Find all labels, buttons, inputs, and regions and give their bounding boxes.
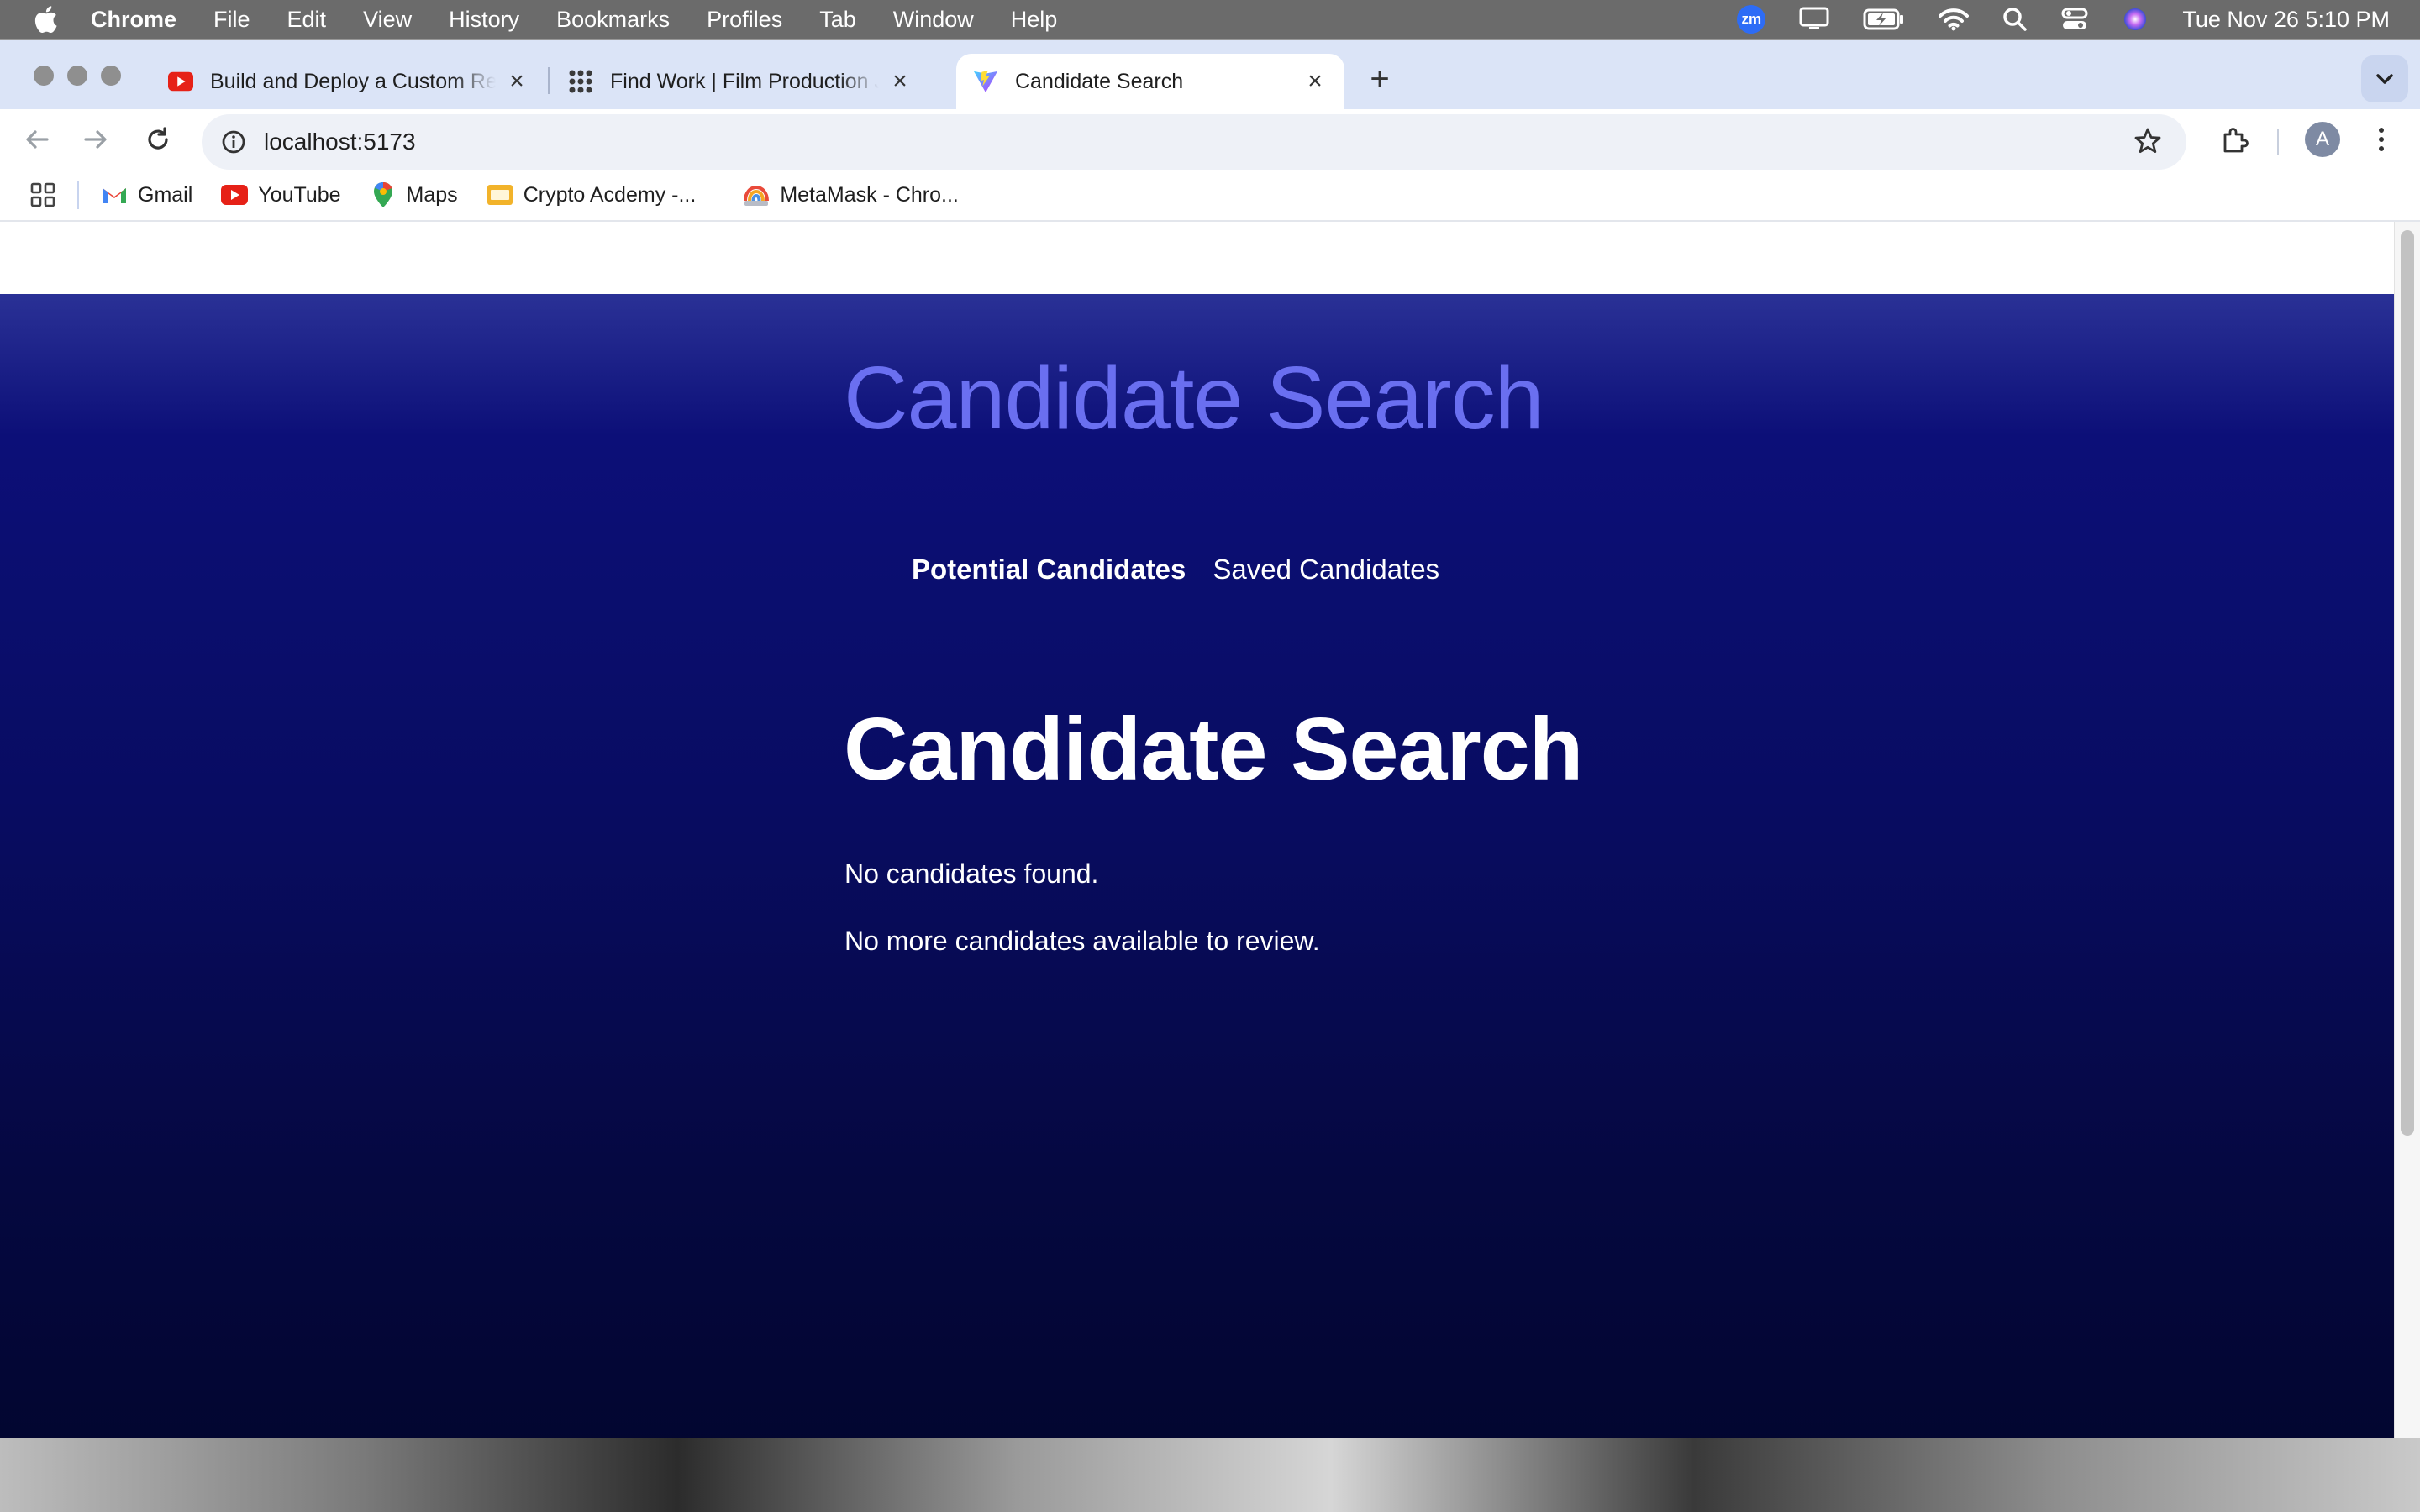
grid-apps-icon	[568, 69, 593, 94]
youtube-icon	[168, 69, 193, 94]
browser-toolbar: localhost:5173 A	[0, 109, 2420, 170]
reload-icon	[148, 127, 168, 150]
menu-file[interactable]: File	[213, 7, 250, 33]
menu-help[interactable]: Help	[1011, 7, 1058, 33]
battery-icon[interactable]	[1863, 8, 1905, 30]
chrome-menu-button[interactable]	[2365, 119, 2398, 160]
youtube-icon	[221, 181, 249, 208]
menu-history[interactable]: History	[449, 7, 519, 33]
spotlight-search-icon[interactable]	[2002, 7, 2028, 32]
forward-button[interactable]	[77, 121, 114, 158]
page-heading: Candidate Search	[844, 700, 1583, 799]
arrow-right-icon	[84, 130, 107, 149]
url-text[interactable]: localhost:5173	[264, 129, 416, 155]
maps-icon	[370, 181, 397, 208]
close-tab-icon[interactable]: ×	[1302, 67, 1328, 96]
zoom-icon[interactable]: zm	[1737, 5, 1766, 34]
bookmark-youtube[interactable]: YouTube	[221, 181, 341, 208]
menu-window[interactable]: Window	[893, 7, 974, 33]
bookmark-label: MetaMask - Chro...	[780, 182, 959, 207]
zoom-window-button[interactable]	[101, 66, 121, 86]
bookmarks-separator	[77, 181, 79, 209]
tab-title: Find Work | Film Production Jobs	[610, 69, 879, 93]
menu-view[interactable]: View	[363, 7, 412, 33]
extensions-button[interactable]	[2215, 119, 2255, 160]
tab-separator	[548, 67, 550, 94]
apps-grid-icon[interactable]	[30, 182, 55, 207]
bookmark-gmail[interactable]: Gmail	[101, 181, 192, 208]
close-tab-icon[interactable]: ×	[504, 67, 529, 96]
wifi-icon[interactable]	[1939, 8, 1970, 31]
avatar: A	[2305, 122, 2340, 157]
menubar-status-area: zm Tue Nov 26 5:10 PM	[1737, 0, 2390, 39]
new-tab-button[interactable]: +	[1363, 62, 1397, 96]
menu-bookmarks[interactable]: Bookmarks	[556, 7, 670, 33]
desktop-wallpaper	[0, 1438, 2420, 1512]
tab-title: Candidate Search	[1015, 69, 1184, 93]
page-background	[0, 294, 2395, 1438]
reload-button[interactable]	[139, 121, 176, 158]
vite-icon	[973, 69, 998, 94]
bookmark-star-icon[interactable]	[2133, 126, 2163, 160]
menu-tab[interactable]: Tab	[819, 7, 856, 33]
tab-find-work[interactable]: Find Work | Film Production Jobs ×	[551, 54, 929, 109]
bookmark-label: Maps	[406, 182, 458, 207]
minimize-window-button[interactable]	[67, 66, 87, 86]
bookmark-label: YouTube	[258, 182, 341, 207]
close-tab-icon[interactable]: ×	[887, 67, 913, 96]
empty-state-message: No candidates found.	[844, 858, 1099, 889]
arrow-left-icon	[26, 130, 49, 149]
bookmark-maps[interactable]: Maps	[370, 181, 458, 208]
menu-profiles[interactable]: Profiles	[707, 7, 782, 33]
display-icon[interactable]	[1799, 7, 1829, 32]
tab-title: Build and Deploy a Custom React	[210, 69, 496, 93]
tab-candidate-search[interactable]: Candidate Search ×	[956, 54, 1344, 109]
menubar-datetime[interactable]: Tue Nov 26 5:10 PM	[2182, 7, 2390, 33]
toolbar-divider	[2277, 129, 2279, 155]
window-controls	[34, 66, 121, 86]
scrollbar-thumb[interactable]	[2401, 230, 2414, 1136]
page-scrollbar[interactable]	[2394, 222, 2420, 1438]
control-center-icon[interactable]	[2061, 7, 2088, 32]
kebab-menu-icon	[2379, 128, 2384, 151]
menu-edit[interactable]: Edit	[287, 7, 327, 33]
menu-app-name[interactable]: Chrome	[91, 7, 176, 33]
page-viewport: Candidate Search Potential Candidates Sa…	[0, 222, 2420, 1438]
tab-search-button[interactable]	[2361, 55, 2408, 102]
tab-youtube[interactable]: Build and Deploy a Custom React ×	[151, 54, 546, 109]
site-title: Candidate Search	[844, 349, 1544, 448]
tab-strip: Build and Deploy a Custom React × Find W…	[0, 40, 2420, 109]
main-nav: Potential Candidates Saved Candidates	[912, 554, 1439, 585]
siri-icon[interactable]	[2122, 6, 2149, 33]
close-window-button[interactable]	[34, 66, 54, 86]
chevron-down-icon	[2376, 74, 2393, 84]
bookmark-metamask[interactable]: MetaMask - Chro...	[743, 181, 959, 208]
bookmark-label: Crypto Acdemy -...	[523, 182, 697, 207]
apple-menu-icon[interactable]	[0, 5, 91, 34]
browser-window: Build and Deploy a Custom React × Find W…	[0, 40, 2420, 1438]
gmail-icon	[101, 181, 128, 208]
address-bar[interactable]: localhost:5173	[202, 114, 2186, 170]
site-info-icon[interactable]	[217, 129, 250, 155]
profile-button[interactable]: A	[2302, 119, 2343, 160]
macos-menu-bar: Chrome File Edit View History Bookmarks …	[0, 0, 2420, 39]
folder-icon	[487, 181, 513, 208]
nav-link-potential-candidates[interactable]: Potential Candidates	[912, 554, 1186, 585]
puzzle-icon	[2223, 128, 2249, 153]
review-complete-message: No more candidates available to review.	[844, 926, 1320, 956]
bookmark-crypto-academy[interactable]: Crypto Acdemy -...	[487, 181, 697, 208]
bookmark-label: Gmail	[138, 182, 193, 207]
metamask-icon	[743, 181, 770, 208]
bookmarks-bar: Gmail YouTube Maps Crypto Acdemy -... Me…	[0, 170, 2420, 222]
back-button[interactable]	[18, 121, 55, 158]
nav-link-saved-candidates[interactable]: Saved Candidates	[1213, 554, 1439, 585]
